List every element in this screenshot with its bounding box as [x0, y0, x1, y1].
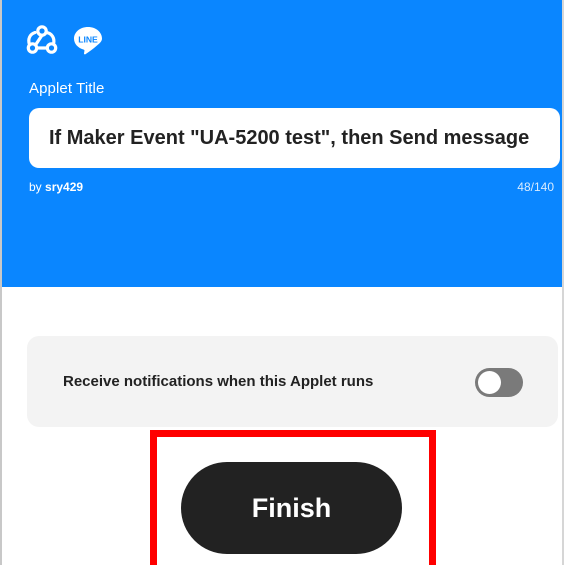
author-name: sry429 [45, 180, 84, 194]
webhooks-icon [26, 25, 58, 54]
applet-finish-screen: LINE Applet Title If Maker Event "UA-520… [0, 0, 566, 565]
author-line: by sry429 [29, 180, 83, 194]
notifications-toggle[interactable] [475, 368, 523, 397]
applet-title-field[interactable]: If Maker Event "UA-5200 test", then Send… [29, 108, 560, 168]
finish-button[interactable]: Finish [181, 462, 402, 554]
service-icons: LINE [26, 22, 104, 58]
toggle-knob [478, 371, 501, 394]
title-char-count: 48/140 [517, 180, 554, 194]
applet-title-label: Applet Title [29, 80, 105, 97]
line-icon-text: LINE [78, 34, 98, 44]
author-prefix: by [29, 180, 42, 194]
applet-header: LINE Applet Title If Maker Event "UA-520… [2, 0, 562, 287]
applet-title-text[interactable]: If Maker Event "UA-5200 test", then Send… [49, 127, 529, 150]
notifications-label: Receive notifications when this Applet r… [63, 373, 374, 390]
notifications-card: Receive notifications when this Applet r… [27, 336, 558, 427]
line-icon: LINE [72, 24, 104, 56]
frame-right-edge [562, 0, 564, 565]
